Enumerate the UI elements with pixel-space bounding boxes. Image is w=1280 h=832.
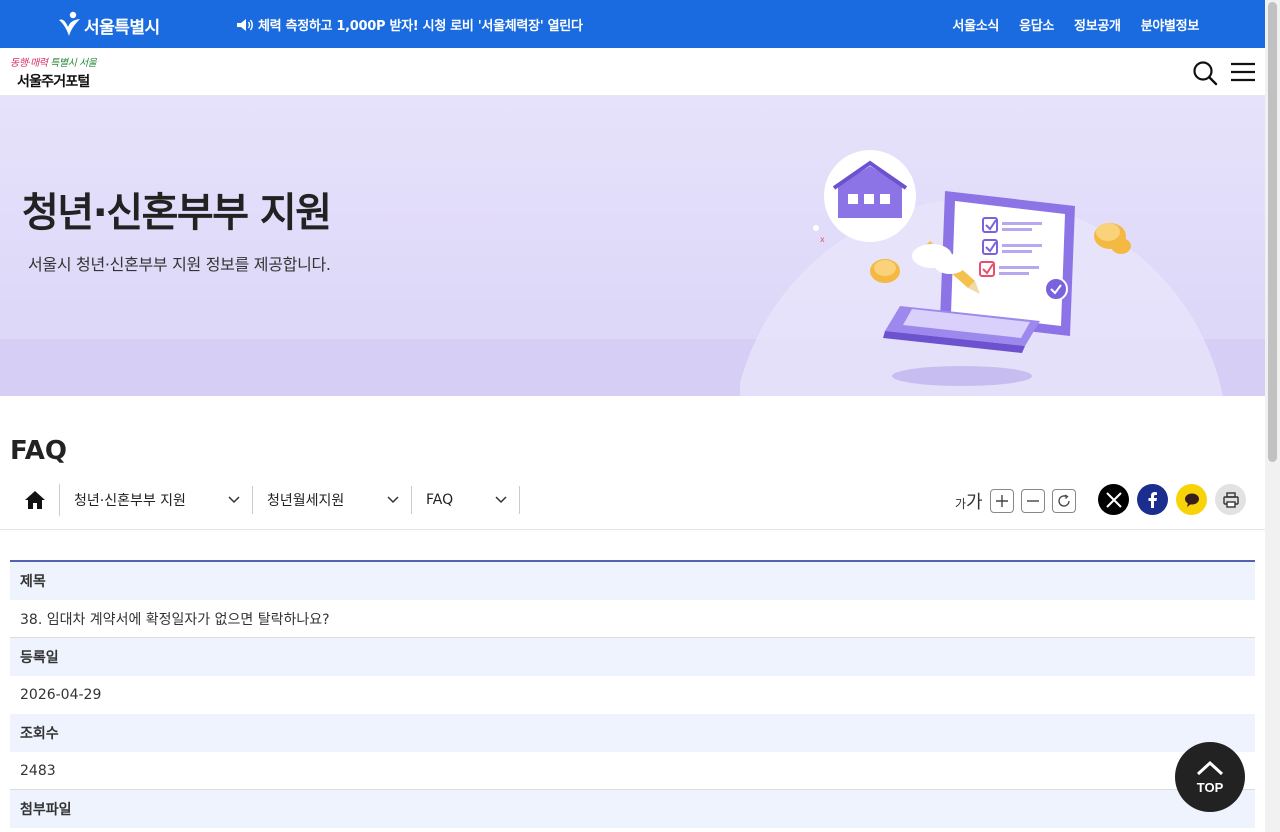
faq-detail-table: 제목 38. 임대차 계약서에 확정일자가 없으면 탈락하나요? 등록일 202… <box>10 560 1255 828</box>
font-small-glyph: 가 <box>955 497 967 511</box>
topnav-info-disclosure[interactable]: 정보공개 <box>1074 15 1121 34</box>
scrollbar-thumb[interactable] <box>1268 2 1277 462</box>
notice-ticker[interactable]: 체력 측정하고 1,000P 받자! 시청 로비 '서울체력장' 열린다 <box>236 15 583 34</box>
font-reset-button[interactable] <box>1051 489 1076 513</box>
breadcrumb-label: FAQ <box>426 492 454 508</box>
date-label: 등록일 <box>10 638 1255 676</box>
topnav-eungdapso[interactable]: 응답소 <box>1019 15 1054 34</box>
chevron-up-icon <box>1196 760 1224 775</box>
seoul-logo-text: 서울특별시 <box>84 18 160 38</box>
title-label: 제목 <box>10 562 1255 600</box>
chevron-down-icon <box>495 496 507 504</box>
home-icon <box>24 491 45 509</box>
page-scrollbar[interactable] <box>1265 0 1280 832</box>
home-button[interactable] <box>10 484 60 516</box>
notice-text: 체력 측정하고 1,000P 받자! 시청 로비 '서울체력장' 열린다 <box>258 19 583 34</box>
laptop-checklist-illustration: x <box>740 150 1223 396</box>
svg-text:x: x <box>820 235 825 244</box>
views-value: 2483 <box>10 752 1255 790</box>
plus-icon <box>995 495 1008 507</box>
breadcrumb-dropdown-faq[interactable]: FAQ <box>412 486 520 514</box>
breadcrumb-label: 청년·신혼부부 지원 <box>74 493 186 509</box>
portal-name: 서울주거포털 <box>17 74 90 90</box>
font-size-indicator: 가가 <box>955 488 983 514</box>
chevron-down-icon <box>228 496 240 504</box>
date-value: 2026-04-29 <box>10 676 1255 714</box>
font-large-glyph: 가 <box>966 492 983 513</box>
hero-banner: 청년·신혼부부 지원 서울시 청년·신혼부부 지원 정보를 제공합니다. x <box>0 96 1265 396</box>
share-x-button[interactable] <box>1098 484 1129 515</box>
portal-slogan: 동행·매력 특별시 서울 <box>10 54 97 69</box>
breadcrumb-dropdown-youth-newlywed[interactable]: 청년·신혼부부 지원 <box>60 486 253 514</box>
search-icon[interactable] <box>1192 60 1218 86</box>
views-label: 조회수 <box>10 714 1255 752</box>
seoul-city-logo[interactable]: 서울특별시 <box>56 9 160 38</box>
site-header: 동행·매력 특별시 서울 서울주거포털 <box>0 48 1265 96</box>
font-increase-button[interactable] <box>989 489 1014 513</box>
scroll-top-button[interactable]: TOP <box>1175 742 1245 812</box>
breadcrumb-dropdown-youth-rent[interactable]: 청년월세지원 <box>253 486 412 514</box>
topnav-field-info[interactable]: 분야별정보 <box>1141 15 1200 34</box>
printer-icon <box>1222 491 1239 508</box>
top-bar: 서울특별시 체력 측정하고 1,000P 받자! 시청 로비 '서울체력장' 열… <box>0 0 1265 48</box>
scroll-top-label: TOP <box>1196 779 1224 795</box>
font-size-tools: 가가 <box>955 488 1076 514</box>
x-logo-icon <box>1105 491 1122 508</box>
page-title: FAQ <box>10 436 68 466</box>
minus-icon <box>1026 500 1039 502</box>
breadcrumb: 청년·신혼부부 지원 청년월세지원 FAQ <box>10 484 520 516</box>
share-facebook-button[interactable] <box>1137 484 1168 515</box>
reset-icon <box>1058 494 1070 507</box>
font-decrease-button[interactable] <box>1020 489 1045 513</box>
kakao-talk-icon <box>1184 493 1199 507</box>
toolbar-divider <box>0 529 1265 530</box>
attachment-label: 첨부파일 <box>10 790 1255 828</box>
breadcrumb-label: 청년월세지원 <box>267 493 345 509</box>
print-button[interactable] <box>1215 484 1246 515</box>
share-buttons <box>1098 484 1246 515</box>
chevron-down-icon <box>387 496 399 504</box>
seoul-housing-portal-logo[interactable]: 동행·매력 특별시 서울 서울주거포털 <box>10 54 110 92</box>
megaphone-icon <box>237 18 253 31</box>
slogan-part-b: 특별시 서울 <box>50 58 97 69</box>
banner-title: 청년·신혼부부 지원 <box>22 190 332 236</box>
seoul-logo-icon <box>59 11 80 36</box>
top-nav: 서울소식 응답소 정보공개 분야별정보 <box>952 15 1199 34</box>
topnav-seoul-news[interactable]: 서울소식 <box>952 15 999 34</box>
title-value: 38. 임대차 계약서에 확정일자가 없으면 탈락하나요? <box>10 600 1255 638</box>
banner-subtitle: 서울시 청년·신혼부부 지원 정보를 제공합니다. <box>28 255 331 274</box>
facebook-icon <box>1148 491 1157 508</box>
share-kakao-button[interactable] <box>1176 484 1207 515</box>
hamburger-menu-icon[interactable] <box>1230 61 1256 83</box>
slogan-part-a: 동행·매력 <box>10 58 48 69</box>
